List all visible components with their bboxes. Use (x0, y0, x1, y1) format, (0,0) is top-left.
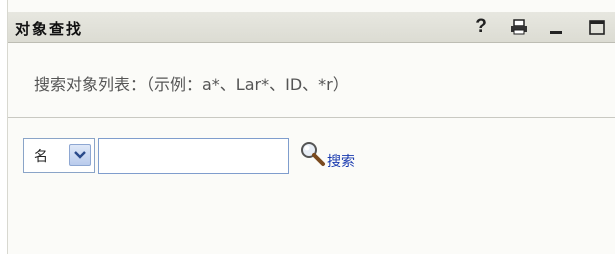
chevron-down-icon (74, 151, 86, 159)
panel-title-bar: 对象查找 ? (8, 12, 615, 43)
print-button[interactable] (508, 16, 530, 38)
maximize-icon (589, 19, 605, 35)
attribute-select[interactable]: 名 (23, 138, 95, 173)
printer-icon (511, 19, 527, 35)
dropdown-button[interactable] (69, 144, 91, 166)
search-query-input[interactable] (98, 138, 289, 174)
search-link[interactable]: 搜索 (327, 151, 355, 171)
question-mark-icon: ? (475, 16, 487, 37)
help-button[interactable]: ? (470, 16, 492, 38)
minimize-button[interactable] (545, 16, 567, 38)
minimize-icon (550, 31, 562, 34)
panel-title: 对象查找 (15, 20, 84, 38)
section-divider (8, 117, 615, 118)
search-instructions: 搜索对象列表：（示例：a*、Lar*、ID、*r） (34, 75, 349, 94)
maximize-button[interactable] (586, 16, 608, 38)
attribute-select-value: 名 (34, 149, 48, 165)
object-lookup-panel: 对象查找 ? 搜索对象列表：（示例：a*、Lar*、ID、*r） 名 搜索 (7, 0, 615, 254)
magnifying-glass-icon[interactable] (298, 140, 328, 168)
